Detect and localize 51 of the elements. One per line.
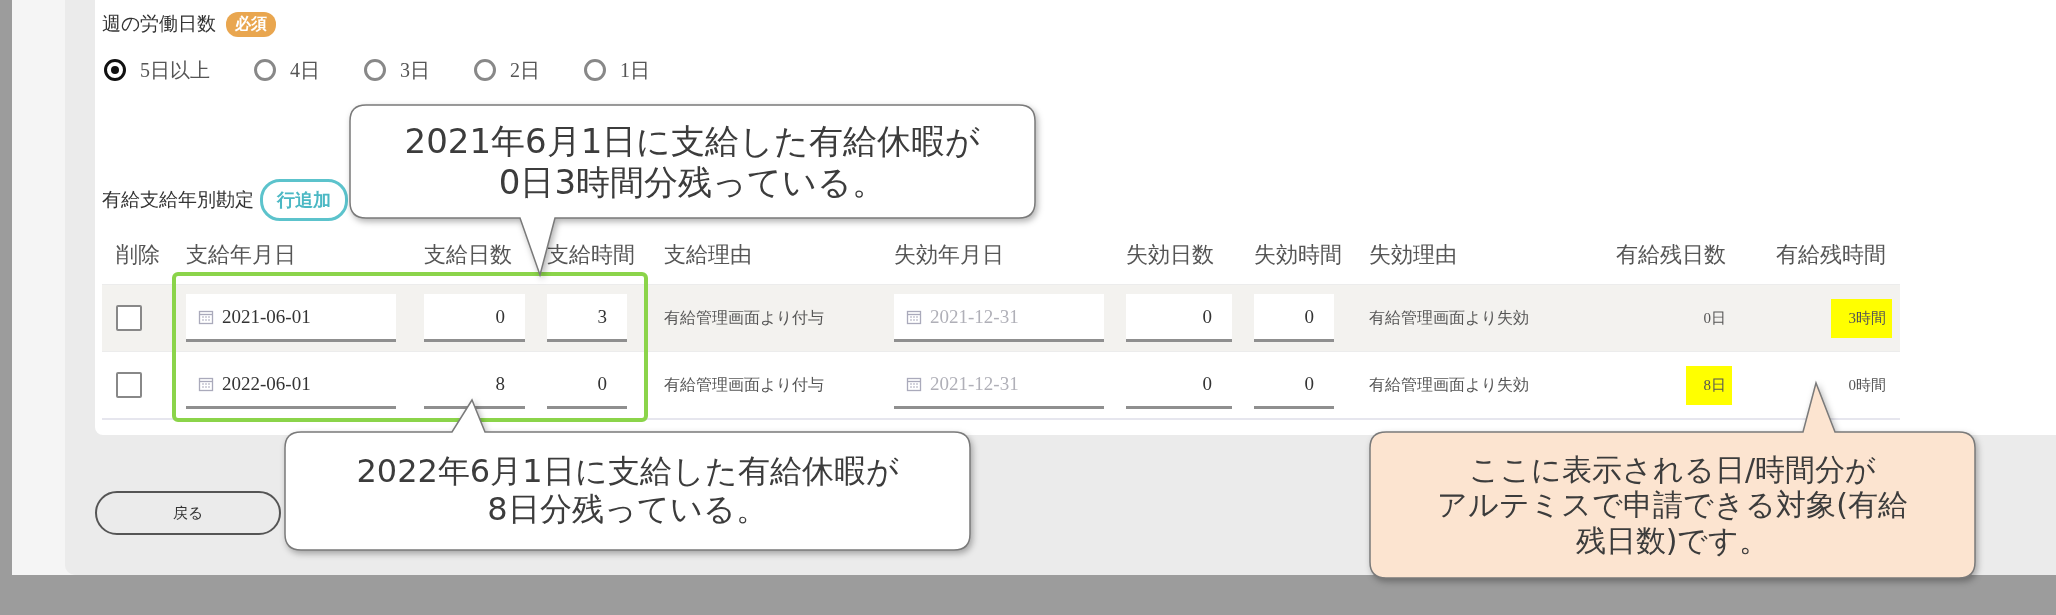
radio-button[interactable] bbox=[364, 59, 386, 81]
table-cell-text: 有給管理画面より失効 bbox=[1369, 307, 1529, 328]
column-header: 支給理由 bbox=[664, 241, 752, 269]
number-field[interactable]: 0 bbox=[1254, 294, 1334, 342]
radio-button[interactable] bbox=[104, 59, 126, 81]
section-label: 有給支給年別勘定 bbox=[102, 188, 254, 212]
date-field[interactable]: 2021-06-01 bbox=[186, 294, 396, 342]
table-cell-text: 有給管理画面より付与 bbox=[664, 307, 824, 328]
table-cell-text: 0時間 bbox=[1847, 375, 1887, 395]
calendar-icon bbox=[906, 375, 922, 392]
column-header: 有給残日数 bbox=[1616, 241, 1726, 269]
column-header: 失効時間 bbox=[1254, 241, 1342, 269]
checkbox[interactable] bbox=[116, 372, 142, 398]
back-button[interactable]: 戻る bbox=[95, 491, 281, 535]
radio-label: 5日以上 bbox=[140, 57, 210, 83]
radio-label: 3日 bbox=[400, 57, 430, 83]
radio-button[interactable] bbox=[474, 59, 496, 81]
radio-button[interactable] bbox=[584, 59, 606, 81]
callout-text: アルテミスで申請できる対象(有給 bbox=[1437, 487, 1908, 523]
checkbox[interactable] bbox=[116, 305, 142, 331]
callout-text: 2021年6月1日に支給した有給休暇が bbox=[404, 121, 981, 162]
table-cell-text: 有給管理画面より付与 bbox=[664, 374, 824, 395]
number-field[interactable]: 0 bbox=[424, 294, 525, 342]
column-header: 支給年月日 bbox=[186, 241, 296, 269]
radio-button[interactable] bbox=[254, 59, 276, 81]
calendar-icon bbox=[198, 308, 214, 325]
table-cell: 3時間 bbox=[1830, 298, 1892, 338]
calendar-icon bbox=[906, 308, 922, 325]
column-header: 支給時間 bbox=[547, 241, 635, 269]
callout-text: 2022年6月1日に支給した有給休暇が bbox=[356, 452, 899, 491]
column-header: 失効理由 bbox=[1369, 241, 1457, 269]
radio-label: 2日 bbox=[510, 57, 540, 83]
column-header: 失効日数 bbox=[1126, 241, 1214, 269]
column-header: 支給日数 bbox=[424, 241, 512, 269]
number-field[interactable]: 3 bbox=[547, 294, 627, 342]
number-field[interactable]: 0 bbox=[1126, 294, 1232, 342]
callout-text: 0日3時間分残っている。 bbox=[498, 161, 887, 202]
radio-label: 4日 bbox=[290, 57, 320, 83]
field-label: 週の労働日数 bbox=[102, 12, 216, 36]
table-cell-text: 有給管理画面より失効 bbox=[1369, 374, 1529, 395]
callout-text: ここに表示される日/時間分が bbox=[1468, 451, 1877, 487]
radio-label: 1日 bbox=[620, 57, 650, 83]
column-header: 失効年月日 bbox=[894, 241, 1004, 269]
column-header: 削除 bbox=[116, 241, 160, 269]
callout-text: 残日数)です。 bbox=[1575, 522, 1770, 558]
callout-text: 8日分残っている。 bbox=[487, 490, 768, 528]
table-cell: 8日 bbox=[1685, 365, 1732, 405]
column-header: 有給残時間 bbox=[1776, 241, 1886, 269]
calendar-icon bbox=[198, 375, 214, 392]
required-badge: 必須 bbox=[226, 11, 276, 37]
table-cell-text: 0日 bbox=[1702, 308, 1727, 328]
